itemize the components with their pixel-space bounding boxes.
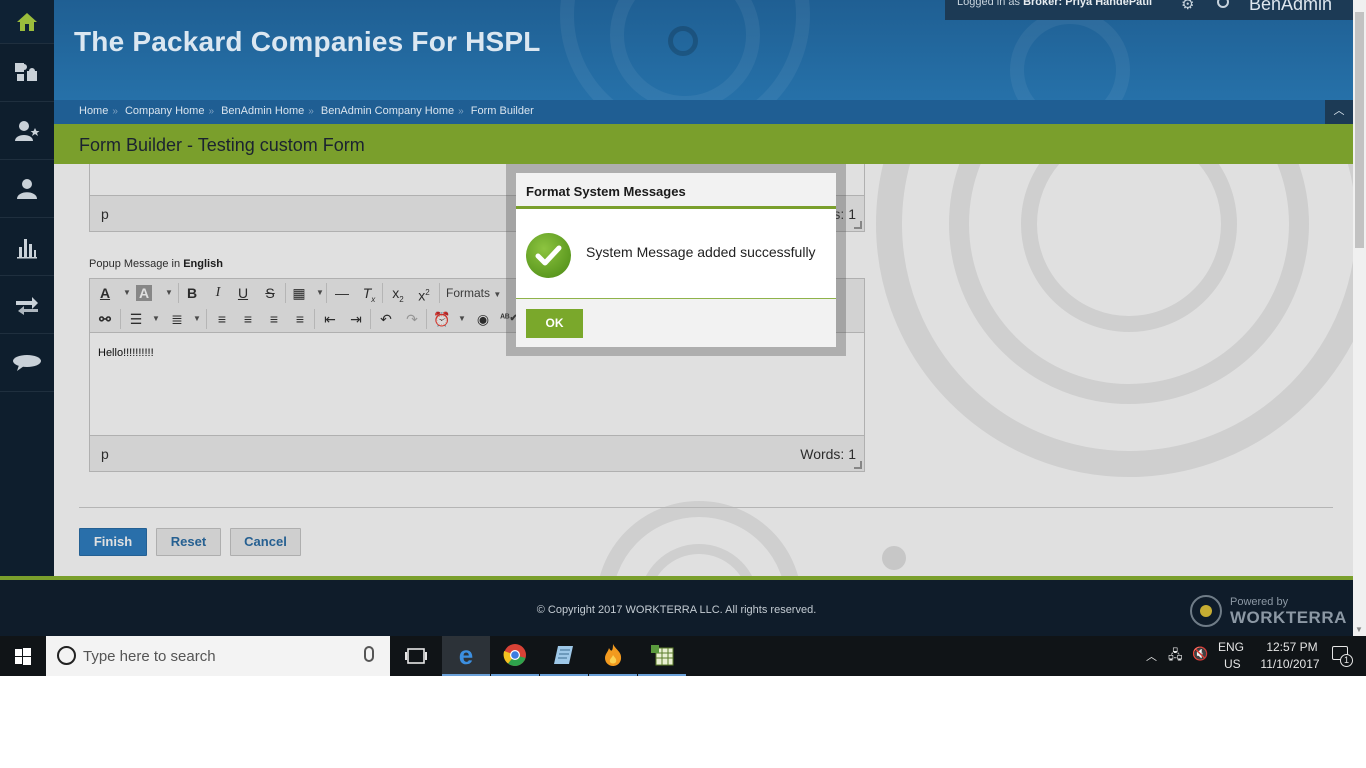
puzzle-icon <box>15 62 37 81</box>
clock-icon[interactable] <box>1217 0 1229 8</box>
clock-date[interactable]: 11/10/2017 <box>1250 657 1330 671</box>
sidebar-item-home[interactable] <box>0 0 54 44</box>
spreadsheet-icon <box>651 645 674 666</box>
ok-button[interactable]: OK <box>526 309 583 338</box>
scrollbar-thumb[interactable] <box>1355 12 1364 248</box>
sidebar-item-reports[interactable] <box>0 218 54 276</box>
dialog-header: Format System Messages <box>516 173 836 209</box>
app-name[interactable]: BenAdmin <box>1249 0 1332 15</box>
sidebar-item-transfer[interactable] <box>0 276 54 334</box>
gear-icon[interactable]: ⚙ <box>1181 0 1194 13</box>
sidebar <box>0 0 54 576</box>
volume-muted-icon[interactable]: 🔇 <box>1192 646 1208 662</box>
dialog-footer: OK <box>516 298 836 347</box>
chrome-icon <box>503 644 526 666</box>
dialog-title: Format System Messages <box>526 184 686 199</box>
input-language[interactable]: ENG <box>1218 640 1244 654</box>
input-region[interactable]: US <box>1224 657 1241 671</box>
taskbar-app-spreadsheet[interactable] <box>638 636 686 676</box>
page-title: Form Builder - Testing custom Form <box>79 135 365 155</box>
powered-by-label: Powered by <box>1230 596 1289 608</box>
dialog-message: System Message added successfully <box>586 244 816 260</box>
sidebar-item-messages[interactable] <box>0 334 54 392</box>
user-icon <box>17 178 37 199</box>
page-title-bar: Form Builder - Testing custom Form <box>54 124 1353 164</box>
breadcrumb: Home» Company Home» BenAdmin Home» BenAd… <box>54 100 1353 124</box>
logged-in-prefix: Logged in as <box>957 0 1020 8</box>
scroll-down-icon[interactable]: ▼ <box>1355 625 1363 634</box>
user-bar: Logged in as Broker: Priya HandePatil ⚙ … <box>945 0 1355 20</box>
network-icon[interactable]: 🖧 <box>1168 646 1183 668</box>
breadcrumb-benadmin-company-home[interactable]: BenAdmin Company Home <box>321 105 454 117</box>
sidebar-item-users[interactable] <box>0 160 54 218</box>
success-check-icon <box>526 233 571 278</box>
brand-name: WORKTERRA <box>1230 608 1347 627</box>
breadcrumb-form-builder: Form Builder <box>470 105 534 117</box>
task-view-icon <box>405 648 427 664</box>
breadcrumb-benadmin-home[interactable]: BenAdmin Home <box>221 105 304 117</box>
logged-in-role: Broker: <box>1023 0 1063 8</box>
site-title: The Packard Companies For HSPL <box>74 26 541 57</box>
notification-count-badge: 1 <box>1340 654 1353 667</box>
sidebar-item-modules[interactable] <box>0 44 54 102</box>
browser-viewport: The Packard Companies For HSPL Logged in… <box>0 0 1366 676</box>
logged-in-user[interactable]: Priya HandePatil <box>1065 0 1152 8</box>
user-star-icon <box>15 120 40 141</box>
chevron-up-icon: ︿ <box>1333 105 1345 117</box>
home-icon <box>17 12 37 31</box>
taskbar-app-flame[interactable] <box>589 636 637 676</box>
workterra-logo-icon <box>1190 595 1222 627</box>
copyright-text: © Copyright 2017 WORKTERRA LLC. All righ… <box>536 604 817 616</box>
taskbar-search-box[interactable]: Type here to search <box>46 636 390 676</box>
bar-chart-icon <box>17 238 37 258</box>
edge-icon: e <box>458 639 474 670</box>
taskbar-app-edge[interactable]: e <box>442 636 490 676</box>
clock-time[interactable]: 12:57 PM <box>1257 640 1327 654</box>
chat-bubble-icon <box>13 354 41 371</box>
windows-logo-icon <box>15 648 31 665</box>
swap-arrows-icon <box>16 296 38 315</box>
start-button[interactable] <box>0 636 46 676</box>
logged-in-info: Logged in as Broker: Priya HandePatil <box>957 0 1152 8</box>
microphone-icon[interactable] <box>364 646 374 662</box>
cortana-icon <box>57 646 76 665</box>
powered-by-logo: Powered by WORKTERRA <box>1188 592 1346 632</box>
site-footer: © Copyright 2017 WORKTERRA LLC. All righ… <box>0 576 1353 636</box>
breadcrumb-company-home[interactable]: Company Home <box>125 105 204 117</box>
sidebar-item-admins[interactable] <box>0 102 54 160</box>
taskbar-app-notes[interactable] <box>540 636 588 676</box>
notepad-icon <box>554 646 573 664</box>
page-scrollbar[interactable]: ▼ <box>1353 0 1366 636</box>
system-message-dialog: Format System Messages System Message ad… <box>516 173 836 347</box>
windows-taskbar: Type here to search e ︿ 🖧 🔇 ENG US 12:57… <box>0 636 1366 676</box>
flame-icon <box>605 644 622 666</box>
collapse-header-button[interactable]: ︿ <box>1325 100 1353 124</box>
breadcrumb-home[interactable]: Home <box>79 105 108 117</box>
system-tray: ︿ 🖧 🔇 ENG US 12:57 PM 11/10/2017 1 <box>1140 636 1366 676</box>
taskbar-app-chrome[interactable] <box>491 636 539 676</box>
search-placeholder: Type here to search <box>83 648 216 665</box>
task-view-button[interactable] <box>392 636 440 676</box>
chevron-up-icon[interactable]: ︿ <box>1146 648 1157 664</box>
